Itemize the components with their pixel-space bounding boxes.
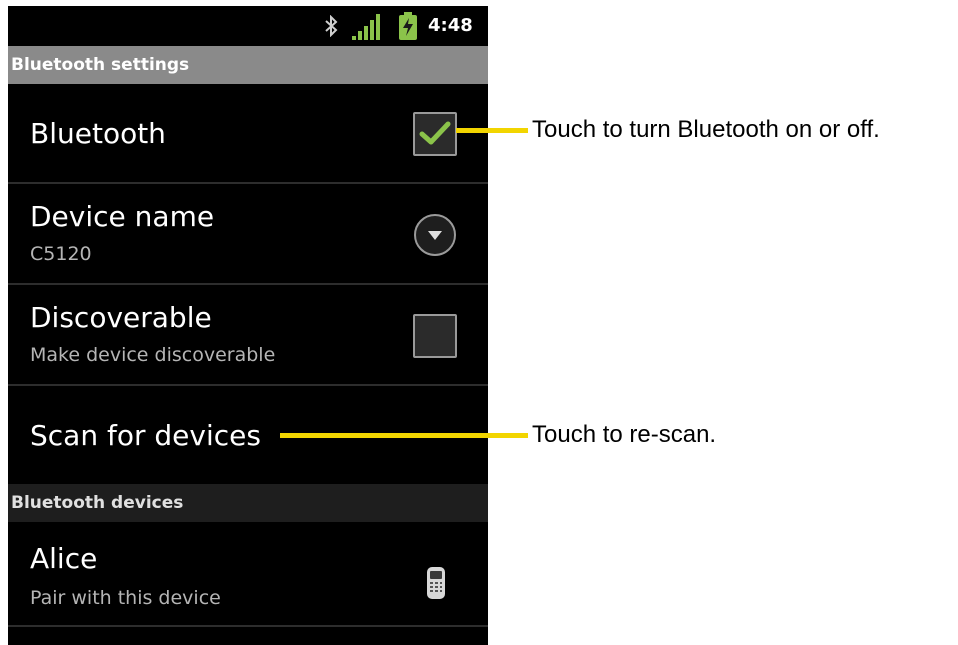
bluetooth-label: Bluetooth [30, 117, 166, 150]
callout-bluetooth-toggle: Touch to turn Bluetooth on or off. [532, 116, 880, 143]
bluetooth-icon [325, 15, 338, 37]
callout-line [456, 128, 528, 133]
signal-icon [352, 14, 380, 40]
bluetooth-checkbox[interactable] [413, 112, 457, 156]
discoverable-row[interactable]: Discoverable Make device discoverable [8, 285, 488, 386]
callout-line [280, 433, 528, 438]
device-name-value: C5120 [30, 243, 92, 265]
discoverable-subtitle: Make device discoverable [30, 344, 276, 366]
status-bar: 4:48 [8, 6, 488, 46]
divider [8, 625, 488, 627]
bluetooth-devices-header: Bluetooth devices [8, 484, 488, 522]
device-name-row[interactable]: Device name C5120 [8, 184, 488, 285]
dropdown-icon[interactable] [413, 213, 457, 257]
bluetooth-toggle-row[interactable]: Bluetooth [8, 84, 488, 184]
callout-rescan: Touch to re-scan. [532, 421, 717, 448]
battery-charging-icon [399, 12, 417, 40]
device-row-alice[interactable]: Alice Pair with this device [8, 522, 488, 627]
phone-icon [427, 567, 445, 599]
scan-for-devices-label: Scan for devices [30, 419, 261, 452]
clock: 4:48 [428, 15, 473, 36]
phone-screen: 4:48 Bluetooth settings Bluetooth Device… [8, 6, 488, 645]
checkmark-icon [419, 121, 451, 145]
device-name-label: Device name [30, 200, 215, 233]
device-subtitle: Pair with this device [30, 587, 221, 609]
device-name: Alice [30, 542, 98, 575]
page-title: Bluetooth settings [8, 46, 488, 84]
discoverable-checkbox[interactable] [413, 314, 457, 358]
discoverable-label: Discoverable [30, 301, 212, 334]
